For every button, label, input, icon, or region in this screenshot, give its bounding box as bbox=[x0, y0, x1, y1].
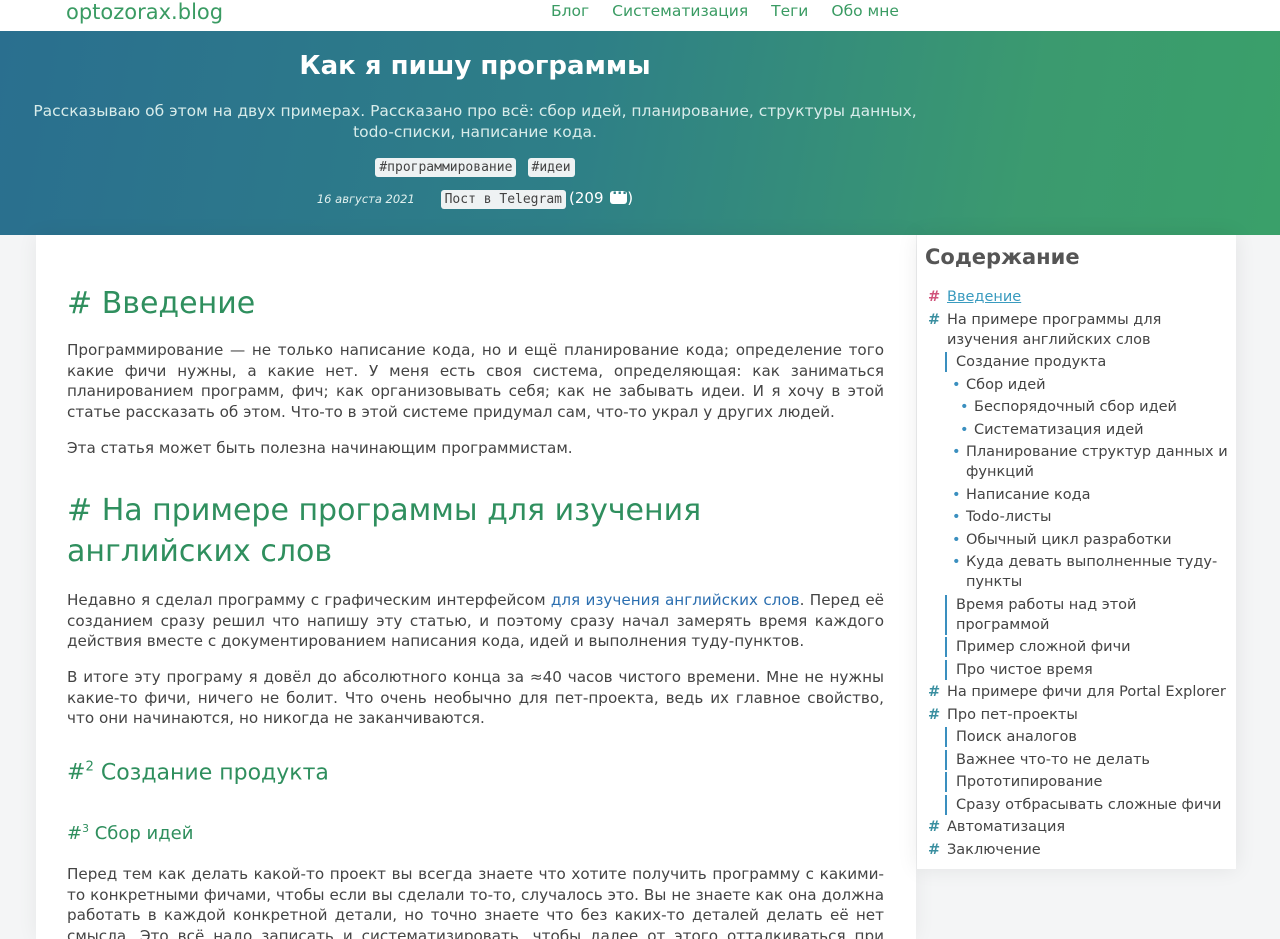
paragraph: Программирование — не только написание к… bbox=[67, 341, 884, 421]
toc-item[interactable]: Todo-листы bbox=[928, 507, 1228, 527]
toc-item[interactable]: Пример сложной фичи bbox=[945, 637, 1228, 657]
heading-anchor-icon: #2 bbox=[67, 760, 94, 786]
post-subtitle: Рассказываю об этом на двух примерах. Ра… bbox=[33, 102, 917, 141]
toc-item[interactable]: Беспорядочный сбор идей bbox=[928, 397, 1228, 417]
heading-ideas[interactable]: #3 Сбор идей bbox=[67, 822, 193, 844]
toc-item[interactable]: На примере программы для изучения англий… bbox=[928, 310, 1228, 350]
site-brand-link[interactable]: optozorax.blog bbox=[66, 0, 223, 24]
comment-icon bbox=[610, 183, 628, 204]
toc-item[interactable]: Введение bbox=[928, 287, 1228, 307]
post-meta: 16 августа 2021 Пост в Telegram(209 ) bbox=[0, 183, 950, 209]
toc-title: Содержание bbox=[925, 245, 1080, 269]
heading-intro[interactable]: # Введение bbox=[67, 283, 255, 324]
heading-anchor-icon: # bbox=[67, 493, 93, 528]
nav-about[interactable]: Обо мне bbox=[831, 2, 899, 20]
toc-item[interactable]: Написание кода bbox=[928, 485, 1228, 505]
english-words-app-link[interactable]: для изучения английских слов bbox=[551, 591, 800, 609]
toc-item[interactable]: Время работы над этой программой bbox=[945, 594, 1228, 635]
toc-item[interactable]: Автоматизация bbox=[928, 817, 1228, 837]
post-date: 16 августа 2021 bbox=[316, 192, 415, 206]
toc-item[interactable]: Про чистое время bbox=[945, 659, 1228, 680]
tag-programming[interactable]: #программирование bbox=[375, 158, 517, 177]
nav-blog[interactable]: Блог bbox=[551, 2, 589, 20]
heading-anchor-icon: # bbox=[67, 286, 93, 321]
post-title: Как я пишу программы bbox=[299, 51, 651, 81]
nav-systematization[interactable]: Систематизация bbox=[612, 2, 748, 20]
heading-english-words[interactable]: # На примере программы для изучения англ… bbox=[67, 490, 884, 572]
tag-ideas[interactable]: #идеи bbox=[527, 158, 575, 177]
paragraph: Эта статья может быть полезна начинающим… bbox=[67, 439, 573, 457]
toc-list: Введение На примере программы для изучени… bbox=[928, 287, 1228, 862]
article-body: # Введение Программирование — не только … bbox=[36, 235, 916, 939]
heading-product-creation[interactable]: #2 Создание продукта bbox=[67, 760, 329, 785]
main-nav: Блог Систематизация Теги Обо мне bbox=[551, 2, 922, 20]
toc-item[interactable]: Обычный цикл разработки bbox=[928, 530, 1228, 550]
toc-item[interactable]: Планирование структур данных и функций bbox=[928, 442, 1228, 482]
heading-anchor-icon: #3 bbox=[67, 822, 89, 844]
telegram-post-link[interactable]: Пост в Telegram bbox=[440, 190, 566, 209]
toc-item[interactable]: Куда девать выполненные туду-пункты bbox=[928, 552, 1228, 592]
post-header: Как я пишу программы Рассказываю об этом… bbox=[0, 31, 1280, 235]
top-nav-bar: optozorax.blog Блог Систематизация Теги … bbox=[0, 0, 1280, 31]
paragraph: В итоге эту програму я довёл до абсолютн… bbox=[67, 668, 884, 728]
toc-item[interactable]: Важнее что-то не делать bbox=[945, 749, 1228, 770]
paragraph: Недавно я сделал программу с графическим… bbox=[67, 591, 885, 651]
post-tags: #программирование #идеи bbox=[0, 156, 950, 177]
toc-item[interactable]: Сразу отбрасывать сложные фичи bbox=[945, 794, 1228, 815]
nav-tags[interactable]: Теги bbox=[771, 2, 808, 20]
toc-item[interactable]: На примере фичи для Portal Explorer bbox=[928, 682, 1228, 702]
toc-item[interactable]: Систематизация идей bbox=[928, 420, 1228, 440]
comments-count: (209 bbox=[569, 189, 604, 207]
comments-close: ) bbox=[627, 189, 634, 207]
toc-item[interactable]: Заключение bbox=[928, 840, 1228, 860]
paragraph: Перед тем как делать какой-то проект вы … bbox=[67, 865, 884, 939]
toc-item[interactable]: Про пет-проекты bbox=[928, 705, 1228, 725]
toc-item[interactable]: Поиск аналогов bbox=[945, 727, 1228, 747]
toc-item[interactable]: Создание продукта bbox=[945, 352, 1228, 372]
table-of-contents: Содержание Введение На примере программы … bbox=[917, 235, 1236, 869]
toc-item[interactable]: Сбор идей bbox=[928, 375, 1228, 395]
toc-item[interactable]: Прототипирование bbox=[945, 772, 1228, 792]
